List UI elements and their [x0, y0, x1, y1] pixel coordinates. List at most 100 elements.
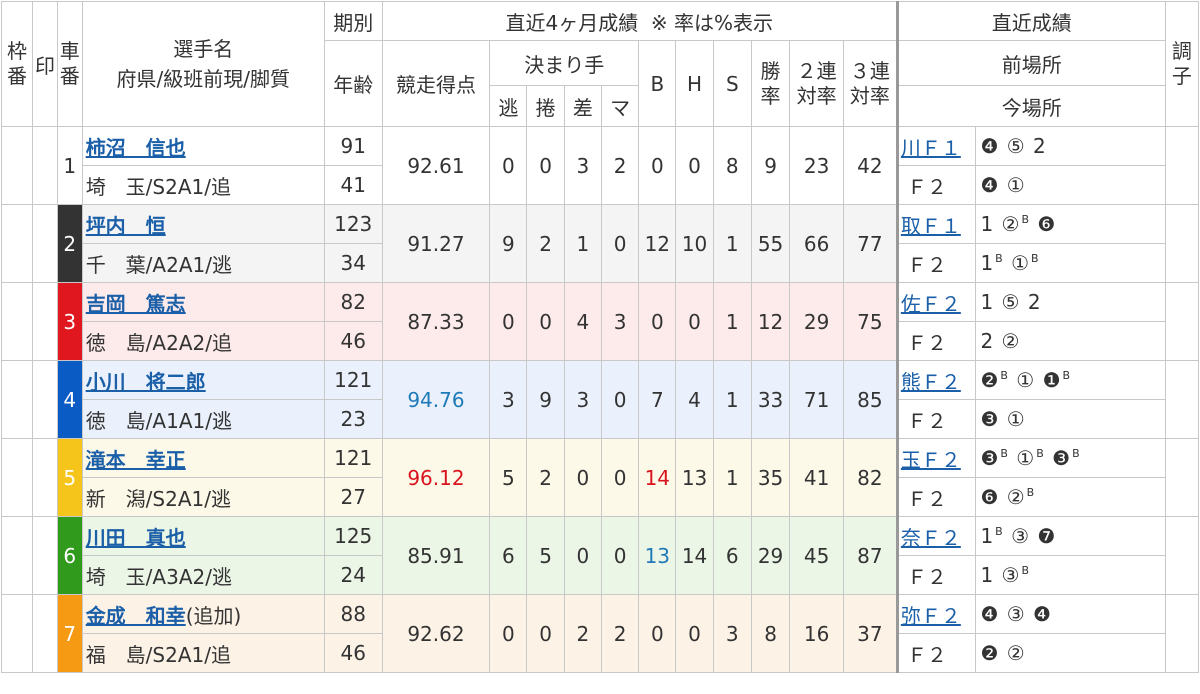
- header-waku: 枠番: [0, 1, 34, 127]
- prev-place-cell: 取Ｆ１: [895, 204, 977, 244]
- b-cell: 14: [638, 438, 677, 517]
- rider-name-cell: 柿沼 信也: [81, 126, 325, 166]
- header-sashi: 差: [563, 85, 602, 127]
- age-cell: 46: [323, 633, 383, 673]
- ren3-rate-cell: 85: [842, 360, 899, 439]
- waku-cell: [0, 360, 34, 439]
- win-rate-cell: 29: [750, 516, 791, 595]
- score-cell: 94.76: [381, 360, 491, 439]
- now-results-cell: ❹ ①: [975, 165, 1166, 205]
- h-cell: 13: [675, 438, 714, 517]
- rider-name-link[interactable]: 坪内 恒: [86, 214, 166, 238]
- score-cell: 96.12: [381, 438, 491, 517]
- score-cell: 92.61: [381, 126, 491, 205]
- shirushi-cell[interactable]: [32, 594, 58, 673]
- rider-name-link[interactable]: 金成 和幸: [86, 604, 186, 628]
- now-place-cell: Ｆ２: [895, 477, 977, 517]
- header-prev: 前場所: [895, 40, 1166, 86]
- rider-pref-cell: 埼 玉/A3A2/逃: [81, 555, 325, 595]
- rider-row: 2 坪内 恒 123 91.27 9 2 1 0 12 10 1 55 66 77 取Ｆ１ 1 ②B ❻: [0, 204, 1200, 283]
- sashi-cell: 4: [563, 282, 602, 361]
- prev-place-link[interactable]: 佐Ｆ２: [901, 292, 961, 316]
- result-mark: ❹: [1033, 602, 1052, 626]
- win-rate-cell: 9: [750, 126, 791, 205]
- h-cell: 10: [675, 204, 714, 283]
- score-cell: 92.62: [381, 594, 491, 673]
- nige-cell: 0: [489, 282, 528, 361]
- sashi-cell: 1: [563, 204, 602, 283]
- chosi-cell: [1164, 126, 1200, 205]
- shirushi-cell[interactable]: [32, 282, 58, 361]
- shirushi-cell[interactable]: [32, 516, 58, 595]
- shirushi-cell[interactable]: [32, 126, 58, 205]
- result-mark: ③B: [1001, 563, 1031, 587]
- mark-cell: 0: [600, 360, 640, 439]
- ren3-rate-cell: 77: [842, 204, 899, 283]
- rider-row: 4 小川 将二郎 121 94.76 3 9 3 0 7 4 1 33 71 85 熊Ｆ２ ❷B ① ❶B: [0, 360, 1200, 439]
- result-mark: 1B: [980, 524, 1004, 548]
- prev-place-link[interactable]: 玉Ｆ２: [901, 448, 961, 472]
- b-cell: 0: [638, 594, 677, 673]
- result-sup: B: [1031, 252, 1040, 265]
- win-rate-cell: 35: [750, 438, 791, 517]
- h-cell: 0: [675, 282, 714, 361]
- mark-cell: 0: [600, 438, 640, 517]
- prev-place-cell: 奈Ｆ２: [895, 516, 977, 556]
- prev-place-link[interactable]: 弥Ｆ２: [901, 604, 961, 628]
- score-cell: 87.33: [381, 282, 491, 361]
- header-chosi: 調子: [1164, 1, 1200, 127]
- ren2-rate-cell: 23: [789, 126, 844, 205]
- waku-cell: [0, 204, 34, 283]
- prev-results-cell: ❸B ①B ❸B: [975, 438, 1166, 478]
- mark-cell: 2: [600, 594, 640, 673]
- rider-name-link[interactable]: 滝本 幸正: [86, 448, 186, 472]
- prev-place-link[interactable]: 熊Ｆ２: [901, 370, 961, 394]
- result-mark: ❸: [980, 407, 1000, 431]
- result-mark: ❷B: [980, 368, 1009, 392]
- rider-row: 3 吉岡 篤志 82 87.33 0 0 4 3 0 0 1 12 29 75 佐Ｆ２ 1 ⑤ 2: [0, 282, 1200, 361]
- s-cell: 1: [712, 204, 752, 283]
- prev-place-link[interactable]: 奈Ｆ２: [901, 526, 961, 550]
- prev-place-link[interactable]: 川Ｆ１: [901, 136, 961, 160]
- rider-name-cell: 滝本 幸正: [81, 438, 325, 478]
- rider-name-link[interactable]: 吉岡 篤志: [86, 292, 186, 316]
- nige-cell: 0: [489, 126, 528, 205]
- header-makuri: 捲: [526, 85, 565, 127]
- makuri-cell: 0: [526, 594, 565, 673]
- result-mark: 1: [980, 212, 995, 236]
- mark-cell: 2: [600, 126, 640, 205]
- s-cell: 1: [712, 282, 752, 361]
- chosi-cell: [1164, 360, 1200, 439]
- shirushi-cell[interactable]: [32, 204, 58, 283]
- b-cell: 0: [638, 126, 677, 205]
- now-place-cell: Ｆ２: [895, 399, 977, 439]
- result-sup: B: [1021, 564, 1031, 577]
- result-mark: ❻: [980, 485, 1000, 509]
- chosi-cell: [1164, 282, 1200, 361]
- rider-row: 7 金成 和幸(追加) 88 92.62 0 0 2 2 0 0 3 8 16 37 弥Ｆ２ ❹ ③ ❹: [0, 594, 1200, 673]
- shirushi-cell[interactable]: [32, 438, 58, 517]
- result-mark: ②B: [1006, 485, 1036, 509]
- now-results-cell: 2 ②: [975, 321, 1166, 361]
- result-mark: ①B: [1011, 251, 1040, 275]
- ren2-rate-cell: 45: [789, 516, 844, 595]
- ki-cell: 121: [323, 438, 383, 478]
- h-cell: 4: [675, 360, 714, 439]
- rider-name-link[interactable]: 小川 将二郎: [86, 370, 206, 394]
- win-rate-cell: 12: [750, 282, 791, 361]
- header-sensyu-label: 選手名: [173, 37, 234, 61]
- rider-name-link[interactable]: 柿沼 信也: [86, 136, 186, 160]
- h-cell: 0: [675, 126, 714, 205]
- result-sup: B: [1062, 369, 1072, 382]
- rider-name-link[interactable]: 川田 真也: [86, 526, 186, 550]
- now-place-cell: Ｆ２: [895, 165, 977, 205]
- car-number: 2: [56, 204, 83, 283]
- prev-place-link[interactable]: 取Ｆ１: [901, 214, 961, 238]
- shirushi-cell[interactable]: [32, 360, 58, 439]
- result-mark: 2: [980, 329, 995, 353]
- result-mark: ①: [1006, 173, 1026, 197]
- chosi-cell: [1164, 438, 1200, 517]
- result-mark: 2: [1027, 290, 1042, 314]
- result-mark: ①: [1016, 368, 1036, 392]
- result-sup: B: [1000, 369, 1009, 382]
